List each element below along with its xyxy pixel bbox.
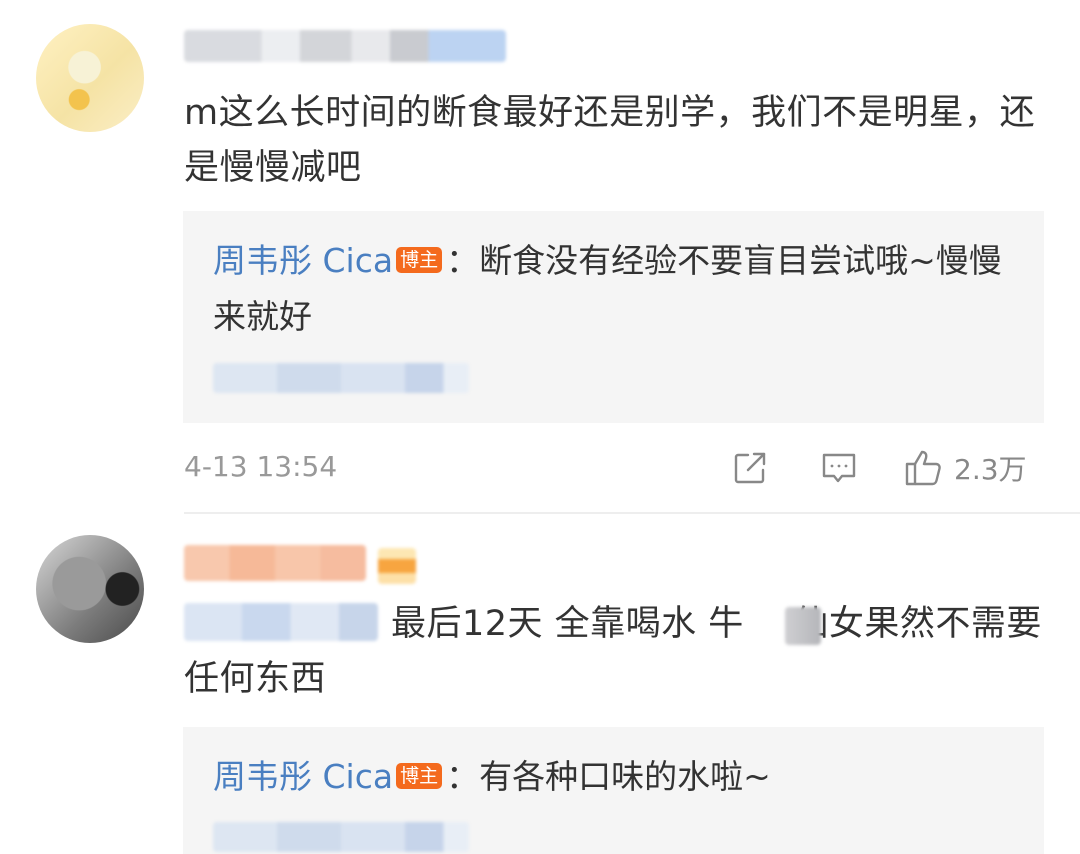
blogger-badge: 博主 <box>396 762 443 789</box>
reply-text: ：有各种口味的水啦~ <box>446 757 771 796</box>
reply-meta-redacted <box>213 822 469 852</box>
reply-content: 周韦彤 Cica 博主 ：断食没有经验不要盲目尝试哦~慢慢来就好 <box>213 233 1013 345</box>
avatar[interactable] <box>36 24 144 132</box>
comment-text-part: 最后12天 全靠喝水 牛 <box>391 604 744 644</box>
reply-author-link[interactable]: 周韦彤 Cica <box>213 241 393 280</box>
comment-text: 最后12天 全靠喝水 牛 仙女果然不需要任何东西 <box>184 597 1044 707</box>
divider <box>184 512 1080 514</box>
comment-icon <box>822 453 856 483</box>
share-button[interactable] <box>732 446 768 490</box>
thumbs-up-icon <box>905 450 941 486</box>
reply-meta-redacted <box>213 363 469 393</box>
username-redacted[interactable] <box>184 30 506 62</box>
reply-box[interactable]: 周韦彤 Cica 博主 ：有各种口味的水啦~ <box>183 727 1044 854</box>
share-icon <box>734 452 766 484</box>
reply-button[interactable] <box>820 446 858 490</box>
blogger-badge: 博主 <box>396 246 443 273</box>
avatar[interactable] <box>36 535 144 643</box>
comment-meta-row: 4-13 13:54 2.3万 <box>184 446 1044 490</box>
reply-box[interactable]: 周韦彤 Cica 博主 ：断食没有经验不要盲目尝试哦~慢慢来就好 <box>183 211 1044 423</box>
like-count: 2.3万 <box>954 453 1027 486</box>
word-redacted <box>785 607 821 645</box>
comment-text: m这么长时间的断食最好还是别学，我们不是明星，还是慢慢减吧 <box>184 93 1036 188</box>
level-badge-redacted <box>378 548 416 584</box>
username-redacted[interactable] <box>184 545 366 581</box>
timestamp: 4-13 13:54 <box>184 450 338 483</box>
reply-content: 周韦彤 Cica 博主 ：有各种口味的水啦~ <box>213 749 1013 805</box>
reply-author-link[interactable]: 周韦彤 Cica <box>213 757 393 796</box>
like-button[interactable]: 2.3万 <box>904 446 1027 490</box>
